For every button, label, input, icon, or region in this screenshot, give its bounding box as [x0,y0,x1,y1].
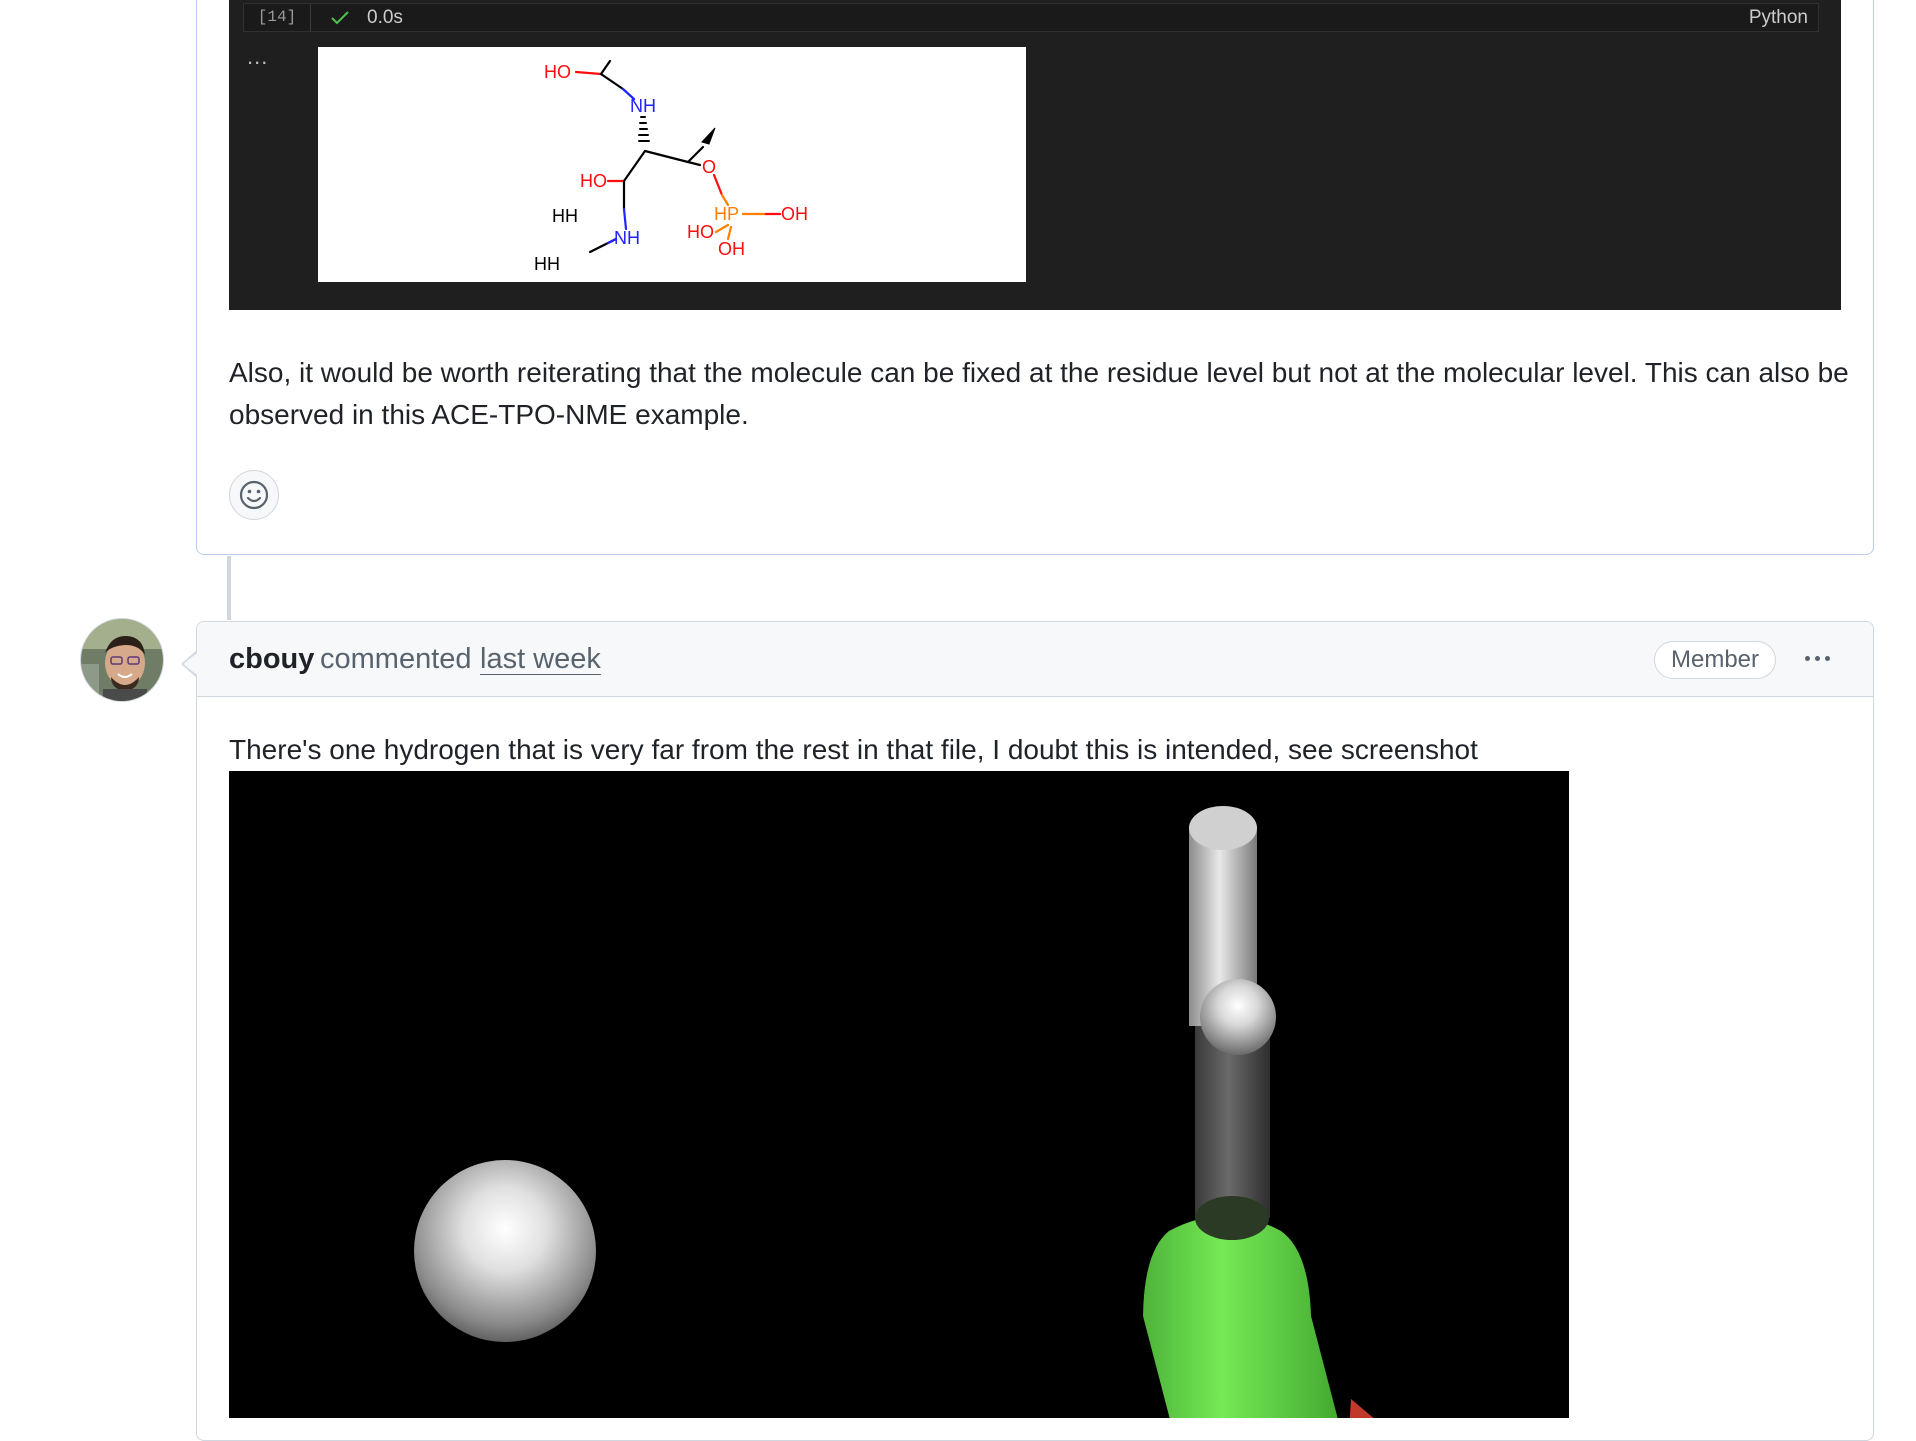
smiley-icon [239,480,269,510]
atom-label-hp: HP [714,204,739,224]
comment-author[interactable]: cbouy [229,640,314,678]
atom-label-nh-top: NH [630,96,656,116]
comment-body: There's one hydrogen that is very far fr… [229,734,1478,765]
red-bond-tip [1349,1399,1374,1418]
atom-label-nh-bottom: NH [614,228,640,248]
molecule-viewer-screenshot [229,771,1569,1418]
cell-language[interactable]: Python [1749,4,1808,31]
molecule-structure-image: HO NH O HO HH NH HH HP OH HO OH [318,47,1026,282]
comment-action: commented [320,643,472,675]
timeline-connector [227,556,231,620]
atom-label-oh-bottom: OH [718,239,745,259]
atom-label-ho-mid: HO [580,171,607,191]
atom-label-oh-right: OH [781,204,808,224]
atom-label-ho-top: HO [544,62,571,82]
molecule-drawing: HO NH O HO HH NH HH HP OH HO OH [534,59,808,274]
execution-count: [14] [244,4,311,31]
member-badge: Member [1654,641,1776,679]
notebook-cell-status-bar: [14] 0.0s Python [243,3,1819,32]
notebook-cell-output: [14] 0.0s Python ... HO NH O HO HH NH HH… [229,0,1841,310]
isolated-hydrogen-atom [414,1160,596,1342]
atom-label-o-ester: O [702,157,716,177]
light-bond-cap [1189,806,1257,850]
atom-label-ho-phos: HO [687,222,714,242]
avatar[interactable] [80,618,164,702]
bonded-hydrogen-atom [1200,979,1276,1055]
atom-label-hh-lower: HH [534,254,560,274]
avatar-image [81,619,163,701]
execution-duration: 0.0s [367,7,403,28]
atom-label-hh-upper: HH [552,206,578,226]
add-reaction-button[interactable] [229,470,279,520]
output-marker[interactable]: ... [247,44,268,70]
dark-bond-end [1195,1196,1269,1240]
molecule-3d-render [414,806,1374,1418]
green-bond [1143,1216,1338,1418]
comment-timestamp[interactable]: last week [480,640,601,678]
kebab-horizontal-icon[interactable] [1797,640,1837,676]
comment-body-previous: Also, it would be worth reiterating that… [229,357,1849,430]
comment-pointer-fill [183,653,197,675]
check-icon [331,11,349,25]
